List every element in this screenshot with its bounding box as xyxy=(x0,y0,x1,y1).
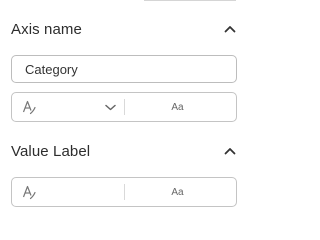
axis-name-section-header[interactable]: Axis name xyxy=(11,18,237,40)
chevron-down-icon xyxy=(104,101,116,113)
axis-name-title: Axis name xyxy=(11,20,82,38)
axis-name-font-size-button[interactable]: Aa xyxy=(125,93,236,121)
axis-name-input[interactable] xyxy=(11,55,237,83)
chevron-up-icon[interactable] xyxy=(223,144,237,158)
value-label-font-size-button[interactable]: Aa xyxy=(125,178,236,206)
value-label-font-select[interactable] xyxy=(12,178,124,206)
axis-name-font-controls: Aa xyxy=(11,92,237,122)
top-divider xyxy=(144,0,236,1)
value-label-title: Value Label xyxy=(11,142,91,160)
font-style-icon xyxy=(21,184,37,200)
font-style-icon xyxy=(21,99,37,115)
axis-name-font-select[interactable] xyxy=(12,93,124,121)
value-label-font-controls: Aa xyxy=(11,177,237,207)
chevron-up-icon[interactable] xyxy=(223,22,237,36)
value-label-section-header[interactable]: Value Label xyxy=(11,140,237,162)
